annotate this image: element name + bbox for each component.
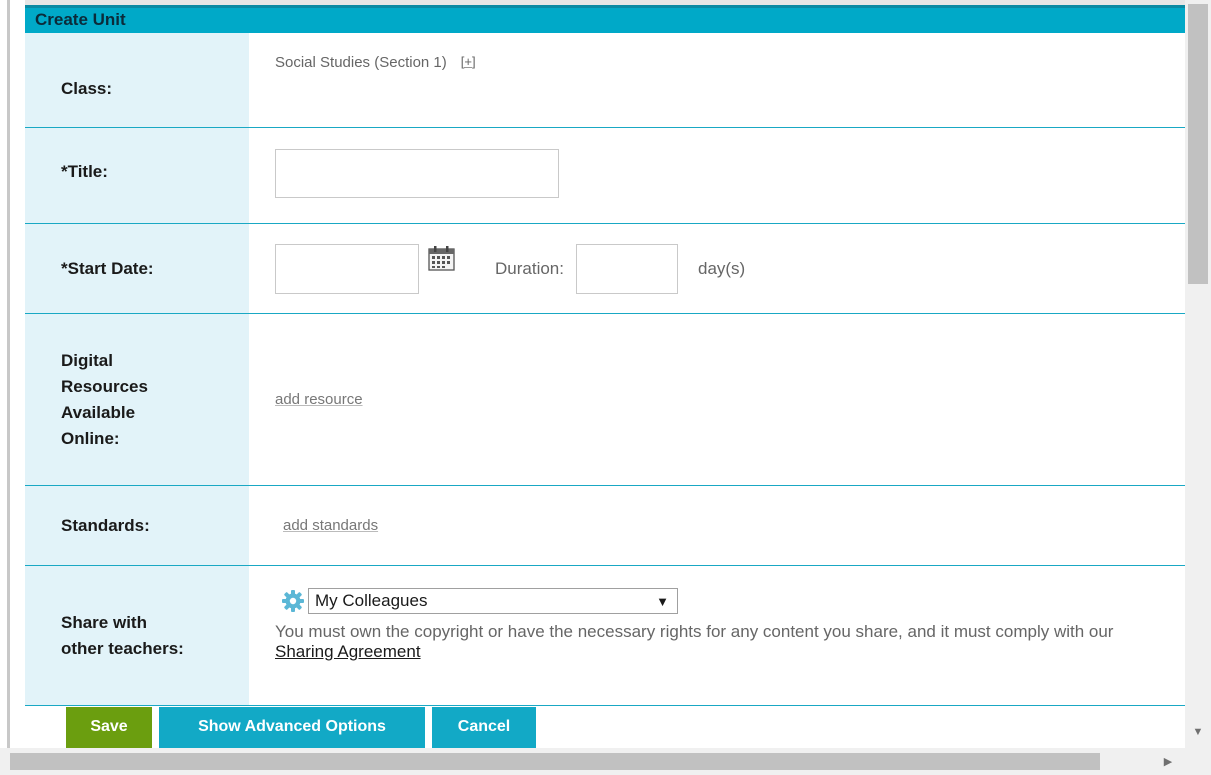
horizontal-scroll-thumb[interactable] [10,753,1100,770]
title-input[interactable] [275,149,559,198]
dialog-title: Create Unit [25,5,1185,33]
add-standards-link[interactable]: add standards [283,517,378,534]
share-select[interactable]: My Colleagues ▼ [308,588,678,614]
scroll-down-arrow-icon[interactable]: ▼ [1185,722,1211,742]
standards-row: Standards: add standards [25,486,1185,566]
resources-row: Digital Resources Available Online: add … [25,314,1185,486]
share-label: Share with other teachers: [25,566,249,705]
resources-label: Digital Resources Available Online: [25,314,249,485]
create-unit-dialog: Create Unit Class: Social Studies (Secti… [25,0,1185,748]
cancel-button[interactable]: Cancel [432,707,536,748]
gear-icon [282,590,304,612]
duration-label: Duration: [495,258,564,278]
standards-label: Standards: [25,486,249,565]
share-row: Share with other teachers: My Colleagues… [25,566,1185,706]
add-resource-link[interactable]: add resource [275,391,363,408]
start-date-input[interactable] [275,243,419,294]
title-label: *Title: [25,128,249,223]
start-date-row: *Start Date: Duration: day(s) [25,224,1185,314]
show-advanced-options-button[interactable]: Show Advanced Options [159,707,425,748]
save-button[interactable]: Save [66,707,152,748]
share-note: You must own the copyright or have the n… [275,622,1114,641]
chevron-down-icon: ▼ [656,593,669,609]
duration-unit: day(s) [697,258,746,278]
duration-input[interactable] [575,243,678,294]
title-row: *Title: [25,128,1185,224]
calendar-icon[interactable] [428,245,455,271]
action-bar: Save Show Advanced Options Cancel [66,707,536,748]
class-value: Social Studies (Section 1) [275,54,447,71]
share-select-value: My Colleagues [315,591,428,610]
sharing-agreement-link[interactable]: Sharing Agreement [275,642,421,661]
class-label: Class: [25,33,249,127]
vertical-scroll-thumb[interactable] [1188,4,1208,284]
class-row: Class: Social Studies (Section 1) [+] [25,33,1185,128]
scroll-right-arrow-icon[interactable]: ▶ [1158,752,1178,772]
add-class-button[interactable]: [+] [461,54,476,69]
window-left-edge [0,0,10,775]
start-date-label: *Start Date: [25,224,249,313]
